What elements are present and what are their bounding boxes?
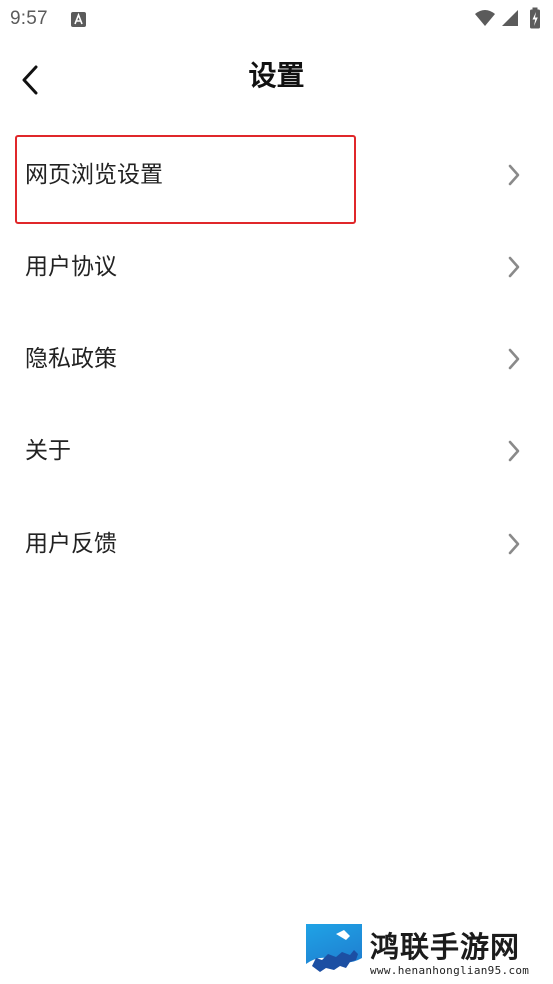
watermark-url: www.henanhonglian95.com: [370, 964, 530, 977]
watermark-logo-icon: [306, 924, 362, 980]
menu-item-label: 用户协议: [25, 254, 117, 280]
menu-item-privacy-policy[interactable]: 隐私政策: [0, 314, 553, 406]
chevron-right-icon: [507, 533, 521, 559]
page-title: 设置: [248, 59, 305, 92]
wifi-icon: [474, 9, 496, 31]
chevron-right-icon: [507, 348, 521, 374]
chevron-right-icon: [507, 256, 521, 282]
menu-item-user-agreement[interactable]: 用户协议: [0, 222, 553, 314]
menu-item-label: 隐私政策: [25, 346, 117, 372]
menu-item-label: 用户反馈: [25, 531, 117, 557]
menu-item-label: 关于: [25, 438, 71, 464]
menu-item-about[interactable]: 关于: [0, 406, 553, 498]
battery-charging-icon: [529, 7, 541, 33]
a-icon: [71, 12, 86, 27]
watermark: 鸿联手游网 www.henanhonglian95.com: [306, 924, 546, 980]
signal-icon: [501, 9, 519, 31]
app-header: 设置: [0, 38, 553, 118]
chevron-right-icon: [507, 164, 521, 190]
menu-item-label: 网页浏览设置: [25, 162, 163, 188]
watermark-name: 鸿联手游网: [370, 930, 521, 964]
status-bar: 9:57: [0, 0, 553, 38]
chevron-right-icon: [507, 440, 521, 466]
status-time: 9:57: [10, 8, 48, 29]
menu-item-user-feedback[interactable]: 用户反馈: [0, 499, 553, 591]
menu-item-web-browsing-settings[interactable]: 网页浏览设置: [0, 130, 553, 222]
